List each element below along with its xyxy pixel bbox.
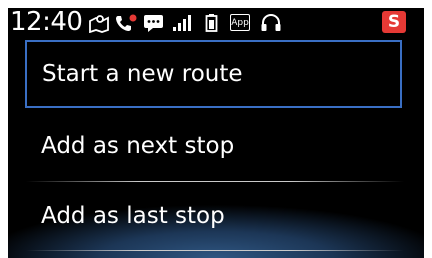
status-bar: 12:40 App S bbox=[8, 8, 424, 38]
menu-item-start-new-route[interactable]: Start a new route bbox=[25, 40, 402, 108]
signal-icon bbox=[172, 13, 192, 33]
app-icon: App bbox=[230, 14, 250, 31]
battery-icon bbox=[205, 13, 219, 33]
screen: 12:40 App S Start a new route Add as nex… bbox=[8, 8, 424, 258]
s-badge-icon[interactable]: S bbox=[382, 11, 406, 33]
headset-icon bbox=[260, 13, 282, 33]
status-time: 12:40 bbox=[10, 8, 83, 37]
message-icon bbox=[143, 13, 165, 33]
menu-item-label: Start a new route bbox=[42, 61, 243, 87]
divider bbox=[26, 250, 404, 251]
menu-item-add-next-stop[interactable]: Add as next stop bbox=[8, 112, 424, 180]
device-frame: 12:40 App S Start a new route Add as nex… bbox=[0, 0, 432, 258]
menu-item-label: Add as last stop bbox=[41, 203, 225, 229]
phone-icon bbox=[114, 13, 138, 33]
menu-item-add-last-stop[interactable]: Add as last stop bbox=[8, 182, 424, 250]
menu-item-label: Add as next stop bbox=[41, 133, 235, 159]
map-pin-icon bbox=[88, 13, 110, 33]
